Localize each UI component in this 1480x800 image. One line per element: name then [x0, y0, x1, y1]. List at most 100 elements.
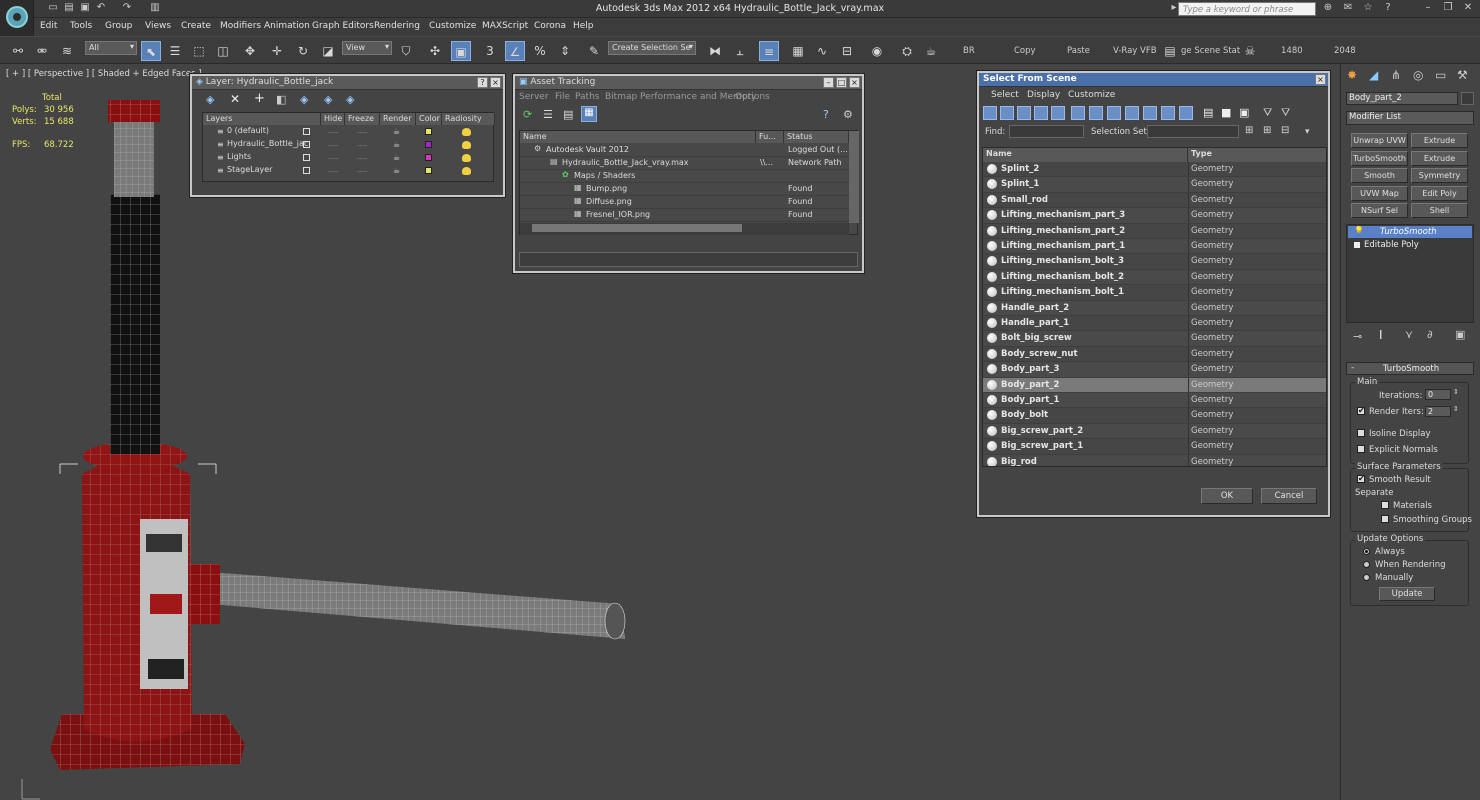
- hide-toggle[interactable]: ----: [328, 155, 338, 163]
- project-folder-icon[interactable]: ▥: [148, 2, 162, 15]
- binoculars-icon[interactable]: ⊕: [1320, 2, 1336, 16]
- window-crossing-icon[interactable]: ◫: [213, 41, 233, 61]
- manually-radio[interactable]: [1363, 574, 1370, 581]
- asset-menu-paths[interactable]: Paths: [575, 92, 599, 102]
- render-iters-checkbox[interactable]: [1357, 406, 1365, 415]
- object-row[interactable]: Splint_2 Geometry: [983, 162, 1326, 178]
- viewport-label[interactable]: [ + ] [ Perspective ] [ Shaded + Edged F…: [6, 69, 202, 79]
- render-teapot-icon[interactable]: ☕: [393, 153, 400, 162]
- object-row[interactable]: Lifting_mechanism_part_3 Geometry: [983, 208, 1326, 224]
- object-row[interactable]: Lifting_mechanism_bolt_2 Geometry: [983, 269, 1326, 286]
- application-button[interactable]: [0, 0, 34, 36]
- display-invert-icon[interactable]: ▣: [1239, 106, 1249, 119]
- search-input[interactable]: Type a keyword or phrase: [1178, 2, 1316, 16]
- undo-icon[interactable]: ↶: [94, 2, 108, 15]
- sfs-menu-select[interactable]: Select: [991, 90, 1019, 100]
- radiosity-icon[interactable]: [462, 128, 471, 136]
- utilities-tab-icon[interactable]: ⚒: [1457, 68, 1468, 82]
- menu-graph-editors[interactable]: Graph Editors: [312, 21, 374, 31]
- uvw-map-button[interactable]: UVW Map: [1351, 185, 1408, 201]
- object-row[interactable]: Big_rod Geometry: [983, 454, 1326, 466]
- cancel-button[interactable]: Cancel: [1261, 488, 1317, 504]
- menu-maxscript[interactable]: MAXScript: [482, 21, 528, 31]
- menu-views[interactable]: Views: [145, 21, 171, 31]
- asset-menu-file[interactable]: File: [555, 92, 570, 102]
- br-button[interactable]: BR: [963, 46, 975, 56]
- display-cameras-icon[interactable]: [1034, 106, 1048, 120]
- add-to-layer-icon[interactable]: +: [254, 91, 265, 106]
- select-objects-icon[interactable]: ◧: [276, 93, 286, 106]
- display-helpers-icon[interactable]: [1051, 106, 1065, 120]
- unlink-icon[interactable]: ⚮: [32, 41, 52, 61]
- stack-item-editable-poly[interactable]: Editable Poly: [1348, 239, 1472, 251]
- object-row[interactable]: Body_part_1 Geometry: [983, 393, 1326, 409]
- percent-snap-icon[interactable]: %: [530, 41, 550, 61]
- render-setup-icon[interactable]: ⛭: [897, 41, 917, 61]
- create-tab-icon[interactable]: ✸: [1347, 68, 1357, 82]
- layer-color-swatch[interactable]: [425, 154, 432, 161]
- help-icon[interactable]: ?: [477, 77, 488, 88]
- object-color-swatch[interactable]: [1461, 92, 1474, 105]
- always-radio[interactable]: [1363, 548, 1370, 555]
- col-radiosity[interactable]: Radiosity: [442, 113, 495, 125]
- menu-animation[interactable]: Animation: [264, 21, 310, 31]
- pin-stack-icon[interactable]: ⊸: [1353, 330, 1362, 343]
- menu-group[interactable]: Group: [105, 21, 132, 31]
- selection-set-dropdown[interactable]: [1147, 125, 1239, 138]
- link-icon[interactable]: ⚯: [8, 41, 28, 61]
- curve-editor-icon[interactable]: ∿: [812, 41, 832, 61]
- close-icon[interactable]: ×: [490, 77, 501, 88]
- remove-modifier-icon[interactable]: ∂: [1427, 328, 1433, 341]
- schematic-view-icon[interactable]: ⊟: [837, 41, 857, 61]
- select-by-name-icon[interactable]: ☰: [165, 41, 185, 61]
- minimize-icon[interactable]: –: [1420, 2, 1436, 16]
- object-row[interactable]: Big_screw_part_1 Geometry: [983, 439, 1326, 455]
- menu-modifiers[interactable]: Modifiers: [220, 21, 261, 31]
- motion-tab-icon[interactable]: ◎: [1413, 68, 1423, 82]
- layer-row[interactable]: ≡ Lights ---- ---- ☕: [203, 152, 493, 165]
- asset-horizontal-scrollbar[interactable]: [520, 223, 849, 234]
- col-object-name[interactable]: Name: [983, 148, 1188, 162]
- hide-toggle[interactable]: ----: [328, 142, 338, 150]
- asset-menu-server[interactable]: Server: [519, 92, 549, 102]
- col-render[interactable]: Render: [380, 113, 416, 125]
- favorites-icon[interactable]: ☆: [1360, 2, 1376, 16]
- object-row[interactable]: Lifting_mechanism_bolt_1 Geometry: [983, 285, 1326, 301]
- smooth-result-checkbox[interactable]: [1357, 474, 1365, 483]
- asset-tracking-titlebar[interactable]: ▣ Asset Tracking – □ ×: [515, 76, 862, 90]
- keyboard-shortcut-override-icon[interactable]: ▣: [451, 41, 471, 61]
- display-groups-icon[interactable]: [1089, 106, 1103, 120]
- open-file-icon[interactable]: ▤: [62, 2, 76, 15]
- display-containers-icon[interactable]: [1143, 106, 1157, 120]
- hierarchy-tab-icon[interactable]: ⋔: [1391, 68, 1401, 82]
- display-lights-icon[interactable]: [1017, 106, 1031, 120]
- modifier-list-dropdown[interactable]: Modifier List: [1346, 111, 1474, 125]
- stack-item-turbosmooth[interactable]: 💡 TurboSmooth: [1348, 226, 1472, 238]
- list-view-icon[interactable]: ☰: [543, 108, 553, 121]
- freeze-toggle[interactable]: ----: [357, 129, 367, 137]
- refresh-icon[interactable]: ⟳: [523, 108, 532, 121]
- object-row[interactable]: Bolt_big_screw Geometry: [983, 331, 1326, 347]
- asset-row[interactable]: ▦ Bump.png Found: [520, 183, 849, 196]
- layer-row[interactable]: ≡ StageLayer ---- ---- ☕: [203, 165, 493, 178]
- display-xrefs-icon[interactable]: [1107, 106, 1121, 120]
- remove-from-set-icon[interactable]: ⊟: [1281, 125, 1289, 136]
- new-file-icon[interactable]: ▭: [46, 2, 60, 15]
- current-layer-checkbox[interactable]: [303, 141, 310, 148]
- symmetry-button[interactable]: Symmetry: [1411, 168, 1468, 183]
- render-teapot-icon[interactable]: ☕: [393, 140, 400, 149]
- explicit-normals-checkbox[interactable]: [1357, 445, 1365, 453]
- manipulate-icon[interactable]: ✣: [425, 41, 445, 61]
- col-name[interactable]: Name: [520, 131, 756, 143]
- object-name-field[interactable]: Body_part_2: [1346, 92, 1458, 105]
- render-iters-spinner-arrows[interactable]: ⇕: [1453, 405, 1459, 413]
- col-layers[interactable]: Layers: [203, 113, 321, 125]
- thumbnail-view-icon[interactable]: ▤: [563, 108, 573, 121]
- bind-space-warp-icon[interactable]: ≋: [57, 41, 77, 61]
- vray-vfb-button[interactable]: V-Ray VFB: [1113, 46, 1157, 56]
- object-row[interactable]: Big_screw_part_2 Geometry: [983, 423, 1326, 440]
- asset-settings-icon[interactable]: ⚙: [843, 108, 853, 121]
- display-all-icon[interactable]: ▤: [1203, 106, 1213, 119]
- layer-manager-icon[interactable]: ≡: [759, 41, 779, 61]
- display-hidden-icon[interactable]: [1179, 106, 1193, 120]
